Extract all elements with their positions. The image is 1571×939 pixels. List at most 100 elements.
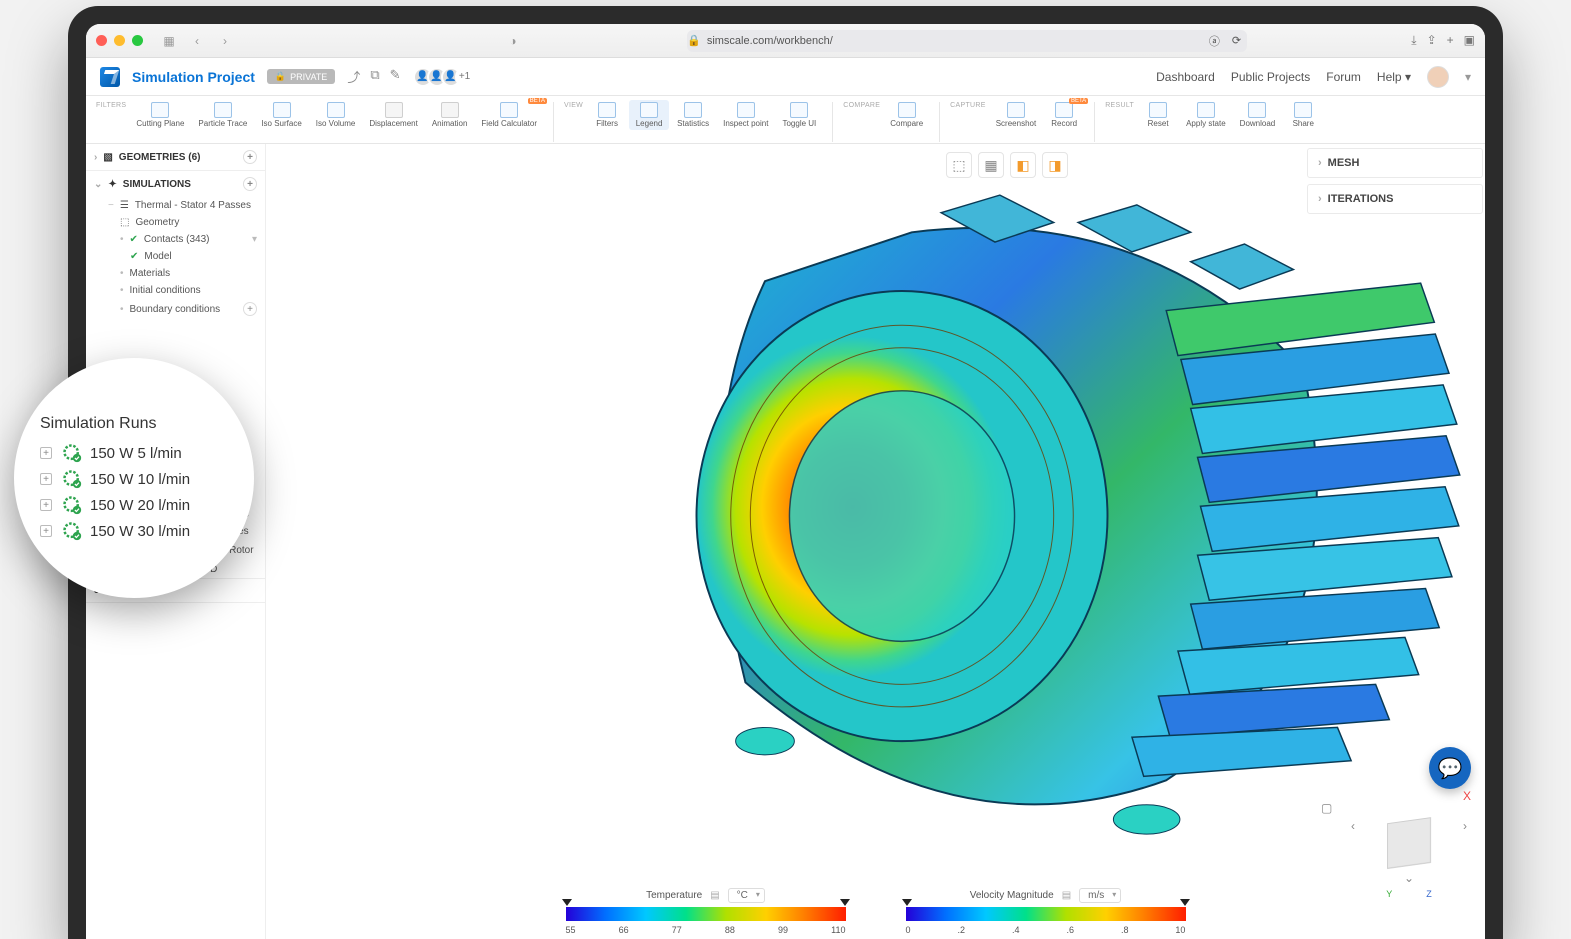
refresh-icon[interactable]: ⟳ — [1232, 34, 1241, 47]
copy-icon[interactable]: ⧉ — [370, 67, 379, 86]
address-bar[interactable]: 🔒 simscale.com/workbench/ ⓐ ⟳ — [687, 30, 1247, 52]
statistics-button[interactable]: Statistics — [671, 100, 715, 130]
chevron-down-icon: ⌄ — [94, 179, 102, 190]
run-item[interactable]: + 150 W 10 l/min — [40, 469, 254, 489]
share-icon[interactable]: ⇪ — [1427, 33, 1437, 48]
tree-geometry[interactable]: ⬚Geometry — [86, 214, 265, 231]
url-text: simscale.com/workbench/ — [707, 35, 833, 47]
check-icon: ✔ — [130, 234, 138, 245]
tree-boundary-conditions[interactable]: •Boundary conditions+ — [86, 299, 265, 319]
zoom-window-icon[interactable] — [132, 35, 143, 46]
collaborator-avatars[interactable]: 👤👤👤+1 — [419, 67, 475, 87]
chevron-right-icon: › — [94, 152, 97, 163]
run-item[interactable]: + 150 W 30 l/min — [40, 521, 254, 541]
add-bc-button[interactable]: + — [243, 302, 257, 316]
tree-model[interactable]: ✔Model — [86, 248, 265, 265]
download-button[interactable]: Download — [1234, 100, 1282, 130]
back-icon[interactable]: ‹ — [187, 34, 207, 48]
privacy-chip[interactable]: 🔒PRIVATE — [267, 69, 335, 84]
project-title[interactable]: Simulation Project — [132, 69, 255, 85]
displacement-button[interactable]: Displacement — [363, 100, 423, 130]
expand-icon[interactable]: + — [40, 473, 52, 485]
velocity-legend[interactable]: Velocity Magnitude ▤ m/s 0 .2 .4 .6 .8 1… — [906, 888, 1186, 935]
temperature-unit-select[interactable]: °C — [728, 888, 765, 903]
iso-surface-button[interactable]: Iso Surface — [255, 100, 307, 130]
view-orientation-cube[interactable]: ▢ ‹› ⌄ YZ X — [1351, 801, 1467, 899]
iso-volume-button[interactable]: Iso Volume — [310, 100, 362, 130]
3d-viewport[interactable]: ⬚ ▦ ◧ ◨ — [266, 144, 1485, 939]
field-calculator-button[interactable]: Field CalculatorBETA — [475, 100, 543, 130]
share-button[interactable]: Share — [1283, 100, 1323, 130]
shield-icon[interactable]: ◑ — [503, 34, 523, 48]
download-icon[interactable]: ⤓ — [1411, 33, 1416, 48]
simulation-runs-callout: Simulation Runs + 150 W 5 l/min + 150 W … — [14, 358, 254, 598]
cutting-plane-button[interactable]: Cutting Plane — [130, 100, 190, 130]
simulations-section[interactable]: ⌄ ✦ SIMULATIONS + — [86, 171, 265, 197]
nav-public-projects[interactable]: Public Projects — [1231, 70, 1310, 84]
nav-forum[interactable]: Forum — [1326, 70, 1361, 84]
group-result-label: RESULT — [1105, 100, 1134, 109]
nav-dashboard[interactable]: Dashboard — [1156, 70, 1215, 84]
inspect-point-button[interactable]: Inspect point — [717, 100, 774, 130]
chevron-down-icon[interactable]: ▾ — [1465, 70, 1471, 84]
legend-settings-icon[interactable]: ▤ — [1062, 890, 1071, 901]
tree-contacts[interactable]: •✔Contacts (343)▾ — [86, 231, 265, 248]
app-header: Simulation Project 🔒PRIVATE ⤴ ⧉ ✎ 👤👤👤+1 … — [86, 58, 1485, 96]
color-legends: Temperature ▤ °C 55 66 77 88 99 110 — [566, 888, 1186, 935]
camera-icon[interactable]: ▢ — [1321, 801, 1332, 815]
compare-button[interactable]: Compare — [884, 100, 929, 130]
expand-icon[interactable]: + — [40, 499, 52, 511]
filter-icon[interactable]: ▾ — [252, 234, 257, 245]
reader-icon[interactable]: ⓐ — [1209, 33, 1220, 49]
animation-button[interactable]: Animation — [426, 100, 474, 130]
gear-ok-icon — [62, 469, 82, 489]
color-bar[interactable] — [566, 907, 846, 921]
axis-z: Z — [1426, 889, 1432, 899]
forward-icon[interactable]: › — [215, 34, 235, 48]
sim-thermal-stator-4[interactable]: −☰ Thermal - Stator 4 Passes — [86, 197, 265, 214]
lock-icon: 🔒 — [275, 71, 286, 82]
close-window-icon[interactable] — [96, 35, 107, 46]
tree-initial-conditions[interactable]: •Initial conditions — [86, 282, 265, 299]
chat-button[interactable]: 💬 — [1429, 747, 1471, 789]
chevron-right-icon: › — [1318, 157, 1322, 169]
simulations-icon: ✦ — [108, 179, 116, 190]
screenshot-button[interactable]: Screenshot — [990, 100, 1042, 130]
toggle-ui-button[interactable]: Toggle UI — [776, 100, 822, 130]
minimize-window-icon[interactable] — [114, 35, 125, 46]
gear-ok-icon — [62, 521, 82, 541]
run-item[interactable]: + 150 W 5 l/min — [40, 443, 254, 463]
mesh-panel[interactable]: ›MESH — [1307, 148, 1483, 178]
velocity-unit-select[interactable]: m/s — [1079, 888, 1121, 903]
new-tab-icon[interactable]: + — [1447, 33, 1454, 48]
group-view-label: VIEW — [564, 100, 583, 109]
filters-button[interactable]: Filters — [587, 100, 627, 130]
color-bar[interactable] — [906, 907, 1186, 921]
geometries-section[interactable]: › ▧ GEOMETRIES (6) + — [86, 144, 265, 170]
tabs-icon[interactable]: ▣ — [1464, 33, 1475, 48]
reset-button[interactable]: Reset — [1138, 100, 1178, 130]
iterations-panel[interactable]: ›ITERATIONS — [1307, 184, 1483, 214]
temperature-legend[interactable]: Temperature ▤ °C 55 66 77 88 99 110 — [566, 888, 846, 935]
legend-label: Velocity Magnitude — [970, 890, 1054, 901]
nav-help[interactable]: Help ▾ — [1377, 70, 1411, 84]
sidebar-toggle-icon[interactable]: ▦ — [159, 34, 179, 48]
expand-icon[interactable]: + — [40, 447, 52, 459]
window-controls[interactable] — [96, 35, 143, 46]
run-item[interactable]: + 150 W 20 l/min — [40, 495, 254, 515]
legend-settings-icon[interactable]: ▤ — [710, 890, 719, 901]
simscale-logo-icon[interactable] — [100, 67, 120, 87]
add-geometry-button[interactable]: + — [243, 150, 257, 164]
record-button[interactable]: RecordBETA — [1044, 100, 1084, 130]
share-icon[interactable]: ⤴ — [347, 67, 360, 86]
apply-state-button[interactable]: Apply state — [1180, 100, 1232, 130]
axis-x: X — [1463, 789, 1471, 803]
tree-materials[interactable]: •Materials — [86, 265, 265, 282]
add-simulation-button[interactable]: + — [243, 177, 257, 191]
user-avatar[interactable] — [1427, 66, 1449, 88]
edit-icon[interactable]: ✎ — [390, 67, 401, 86]
particle-trace-button[interactable]: Particle Trace — [192, 100, 253, 130]
legend-label: Temperature — [646, 890, 702, 901]
expand-icon[interactable]: + — [40, 525, 52, 537]
legend-button[interactable]: Legend — [629, 100, 669, 130]
